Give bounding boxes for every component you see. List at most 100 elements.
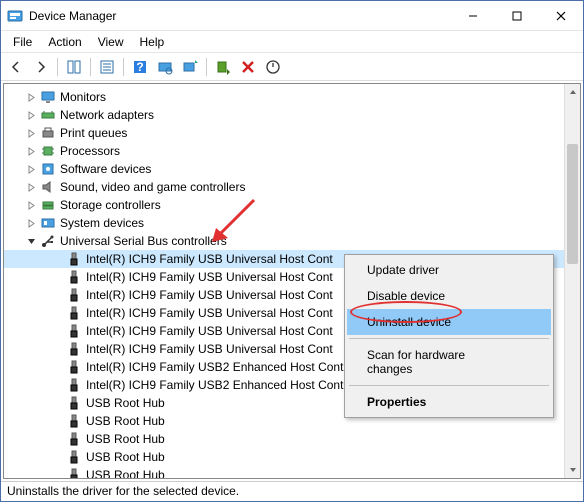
device-label: Intel(R) ICH9 Family USB2 Enhanced Host … [86,360,343,374]
menu-help[interactable]: Help [132,33,173,51]
tree-category[interactable]: Monitors [4,88,580,106]
scan-button[interactable] [154,56,176,78]
maximize-button[interactable] [495,1,539,30]
status-bar: Uninstalls the driver for the selected d… [1,481,583,501]
tree-category[interactable]: Print queues [4,124,580,142]
expand-spacer [50,252,64,266]
toolbar-separator [123,58,124,76]
category-icon [40,89,56,105]
ctx-separator [349,338,549,339]
svg-text:?: ? [136,60,143,74]
enable-device-button[interactable] [212,56,234,78]
tree-category[interactable]: Storage controllers [4,196,580,214]
tree-device[interactable]: USB Root Hub [4,448,580,466]
ctx-properties[interactable]: Properties [347,389,551,415]
tree-category[interactable]: Universal Serial Bus controllers [4,232,580,250]
scroll-down-button[interactable] [565,462,580,478]
usb-icon [66,305,82,321]
properties-button[interactable] [96,56,118,78]
expand-toggle[interactable] [24,144,38,158]
expand-toggle[interactable] [24,162,38,176]
device-label: USB Root Hub [86,414,165,428]
ctx-disable-device[interactable]: Disable device [347,283,551,309]
tree-device[interactable]: USB Root Hub [4,430,580,448]
toolbar-separator [90,58,91,76]
device-label: Intel(R) ICH9 Family USB Universal Host … [86,324,333,338]
device-label: USB Root Hub [86,396,165,410]
category-label: Storage controllers [60,198,161,212]
category-label: System devices [60,216,144,230]
ctx-scan-hardware[interactable]: Scan for hardware changes [347,342,551,382]
usb-icon [66,323,82,339]
menu-action[interactable]: Action [40,33,89,51]
toolbar-separator [57,58,58,76]
expand-spacer [50,378,64,392]
ctx-separator [349,385,549,386]
forward-button[interactable] [30,56,52,78]
expand-spacer [50,396,64,410]
expand-spacer [50,432,64,446]
close-button[interactable] [539,1,583,30]
category-icon [40,197,56,213]
category-label: Print queues [60,126,127,140]
tree-category[interactable]: Network adapters [4,106,580,124]
category-label: Universal Serial Bus controllers [60,234,227,248]
context-menu: Update driver Disable device Uninstall d… [344,254,554,418]
category-icon [40,179,56,195]
category-icon [40,107,56,123]
usb-icon [66,395,82,411]
toolbar-separator [206,58,207,76]
category-icon [40,215,56,231]
disable-device-button[interactable] [262,56,284,78]
tree-category[interactable]: System devices [4,214,580,232]
device-label: USB Root Hub [86,468,165,479]
usb-icon [66,449,82,465]
scroll-up-button[interactable] [565,84,580,100]
expand-toggle[interactable] [24,198,38,212]
back-button[interactable] [5,56,27,78]
expand-toggle[interactable] [24,216,38,230]
device-label: Intel(R) ICH9 Family USB Universal Host … [86,342,333,356]
update-driver-button[interactable] [179,56,201,78]
ctx-update-driver[interactable]: Update driver [347,257,551,283]
category-label: Sound, video and game controllers [60,180,245,194]
device-label: Intel(R) ICH9 Family USB Universal Host … [86,288,333,302]
status-text: Uninstalls the driver for the selected d… [7,484,239,498]
scrollbar-thumb[interactable] [567,144,578,264]
tree-category[interactable]: Processors [4,142,580,160]
device-label: Intel(R) ICH9 Family USB Universal Host … [86,252,333,266]
usb-icon [66,251,82,267]
device-label: USB Root Hub [86,432,165,446]
expand-spacer [50,288,64,302]
category-icon [40,125,56,141]
tree-category[interactable]: Software devices [4,160,580,178]
titlebar: Device Manager [1,1,583,31]
usb-icon [66,359,82,375]
minimize-button[interactable] [451,1,495,30]
vertical-scrollbar[interactable] [564,84,580,478]
menu-file[interactable]: File [5,33,40,51]
show-hide-console-button[interactable] [63,56,85,78]
usb-icon [66,467,82,479]
app-icon [7,8,23,24]
tree-category[interactable]: Sound, video and game controllers [4,178,580,196]
category-icon [40,161,56,177]
usb-icon [66,287,82,303]
expand-toggle[interactable] [24,126,38,140]
menu-view[interactable]: View [90,33,132,51]
category-label: Processors [60,144,120,158]
expand-toggle[interactable] [24,90,38,104]
uninstall-device-button[interactable] [237,56,259,78]
device-label: USB Root Hub [86,450,165,464]
tree-device[interactable]: USB Root Hub [4,466,580,479]
usb-icon [66,413,82,429]
expand-toggle[interactable] [24,108,38,122]
expand-toggle[interactable] [24,234,38,248]
help-button[interactable]: ? [129,56,151,78]
expand-toggle[interactable] [24,180,38,194]
ctx-uninstall-device[interactable]: Uninstall device [347,309,551,335]
category-label: Software devices [60,162,151,176]
expand-spacer [50,306,64,320]
expand-spacer [50,468,64,479]
device-label: Intel(R) ICH9 Family USB Universal Host … [86,306,333,320]
